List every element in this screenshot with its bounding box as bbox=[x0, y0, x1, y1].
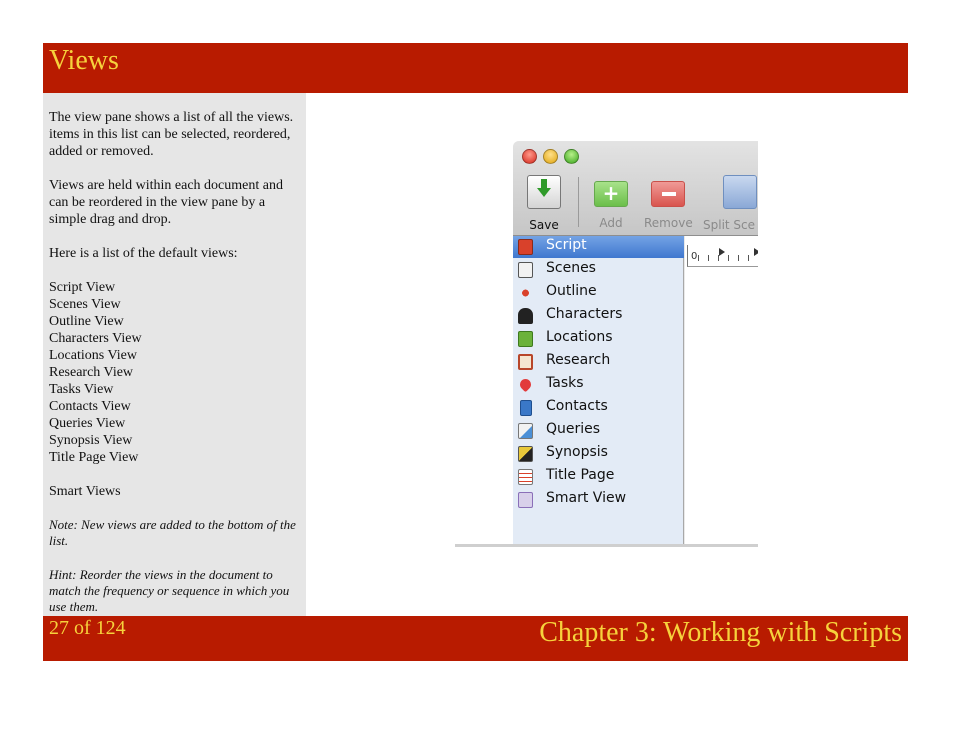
save-icon bbox=[527, 175, 561, 209]
toolbar-separator bbox=[578, 177, 579, 227]
list-item: Queries View bbox=[49, 416, 126, 431]
view-item-label: Research bbox=[546, 352, 611, 368]
view-item-label: Script bbox=[546, 237, 587, 253]
list-item: Research View bbox=[49, 365, 134, 380]
hint-text: Hint: Reorder the views in the document … bbox=[49, 567, 290, 614]
page-title: Views bbox=[49, 45, 119, 76]
minus-icon bbox=[651, 181, 685, 207]
scenes-icon bbox=[518, 262, 533, 278]
page-number: 27 of 124 bbox=[49, 617, 126, 639]
split-icon bbox=[723, 175, 757, 209]
locations-icon bbox=[518, 331, 533, 347]
drag-drop-paragraph: Views are held within each document and … bbox=[49, 178, 283, 227]
view-item-script[interactable]: Script bbox=[513, 236, 684, 258]
header-bar: Views bbox=[43, 43, 908, 93]
contacts-icon bbox=[520, 400, 532, 416]
toolbar: Save + Add Remove Split Sce bbox=[513, 141, 758, 236]
close-window-button[interactable] bbox=[522, 149, 537, 164]
characters-icon bbox=[518, 308, 533, 324]
view-pane: Script Scenes Outline Characters Locatio… bbox=[513, 236, 684, 547]
list-item: Characters View bbox=[49, 331, 142, 346]
app-window: Save + Add Remove Split Sce Script Scene… bbox=[513, 141, 758, 547]
default-views-heading: Here is a list of the default views: bbox=[49, 246, 238, 261]
script-icon bbox=[518, 239, 533, 255]
outline-icon bbox=[518, 285, 533, 301]
indent-marker-icon[interactable] bbox=[754, 248, 758, 256]
script-editor-area[interactable]: 0 bbox=[685, 236, 758, 547]
intro-paragraph: The view pane shows a list of all the vi… bbox=[49, 110, 294, 159]
view-item-label: Locations bbox=[546, 329, 613, 345]
queries-icon bbox=[518, 423, 533, 439]
divider bbox=[455, 544, 758, 547]
pushpin-icon bbox=[517, 376, 534, 393]
ruler[interactable]: 0 bbox=[687, 245, 758, 267]
note-text: Note: New views are added to the bottom … bbox=[49, 517, 296, 548]
save-label: Save bbox=[529, 218, 559, 232]
minimize-window-button[interactable] bbox=[543, 149, 558, 164]
view-item-research[interactable]: Research bbox=[513, 351, 684, 373]
smart-view-icon bbox=[518, 492, 533, 508]
synopsis-icon bbox=[518, 446, 533, 462]
view-item-label: Synopsis bbox=[546, 444, 608, 460]
view-item-contacts[interactable]: Contacts bbox=[513, 397, 684, 419]
list-item: Contacts View bbox=[49, 399, 131, 414]
view-item-label: Title Page bbox=[546, 467, 615, 483]
zoom-window-button[interactable] bbox=[564, 149, 579, 164]
split-scenes-button[interactable]: Split Sce bbox=[703, 175, 758, 232]
list-item: Script View bbox=[49, 280, 116, 295]
footer-bar: 27 of 124 Chapter 3: Working with Script… bbox=[43, 616, 908, 661]
remove-button[interactable]: Remove bbox=[644, 175, 693, 230]
smart-views-text: Smart Views bbox=[49, 484, 121, 499]
split-label: Split Sce bbox=[703, 218, 756, 232]
view-item-label: Outline bbox=[546, 283, 597, 299]
list-item: Title Page View bbox=[49, 450, 139, 465]
view-item-smart-view[interactable]: Smart View bbox=[513, 489, 684, 511]
list-item: Scenes View bbox=[49, 297, 121, 312]
chapter-title: Chapter 3: Working with Scripts bbox=[539, 617, 902, 648]
default-views-list: Script View Scenes View Outline View Cha… bbox=[49, 279, 300, 466]
view-item-tasks[interactable]: Tasks bbox=[513, 374, 684, 396]
research-icon bbox=[518, 354, 533, 370]
plus-icon: + bbox=[594, 181, 628, 207]
view-item-locations[interactable]: Locations bbox=[513, 328, 684, 350]
list-item: Locations View bbox=[49, 348, 137, 363]
view-item-title-page[interactable]: Title Page bbox=[513, 466, 684, 488]
list-item: Tasks View bbox=[49, 382, 114, 397]
view-item-label: Smart View bbox=[546, 490, 627, 506]
remove-label: Remove bbox=[644, 216, 693, 230]
save-button[interactable]: Save bbox=[525, 175, 563, 232]
indent-marker-icon[interactable] bbox=[719, 248, 725, 256]
app-screenshot: Save + Add Remove Split Sce Script Scene… bbox=[455, 141, 758, 547]
view-item-label: Queries bbox=[546, 421, 601, 437]
view-item-synopsis[interactable]: Synopsis bbox=[513, 443, 684, 465]
view-item-outline[interactable]: Outline bbox=[513, 282, 684, 304]
view-item-label: Tasks bbox=[546, 375, 584, 391]
view-item-queries[interactable]: Queries bbox=[513, 420, 684, 442]
list-item: Outline View bbox=[49, 314, 124, 329]
ruler-zero-label: 0 bbox=[691, 251, 698, 262]
title-page-icon bbox=[518, 469, 533, 485]
list-item: Synopsis View bbox=[49, 433, 133, 448]
view-item-scenes[interactable]: Scenes bbox=[513, 259, 684, 281]
view-item-label: Scenes bbox=[546, 260, 596, 276]
description-panel: The view pane shows a list of all the vi… bbox=[43, 93, 306, 616]
add-button[interactable]: + Add bbox=[592, 175, 630, 230]
view-item-label: Characters bbox=[546, 306, 623, 322]
view-item-label: Contacts bbox=[546, 398, 608, 414]
add-label: Add bbox=[599, 216, 623, 230]
view-item-characters[interactable]: Characters bbox=[513, 305, 684, 327]
